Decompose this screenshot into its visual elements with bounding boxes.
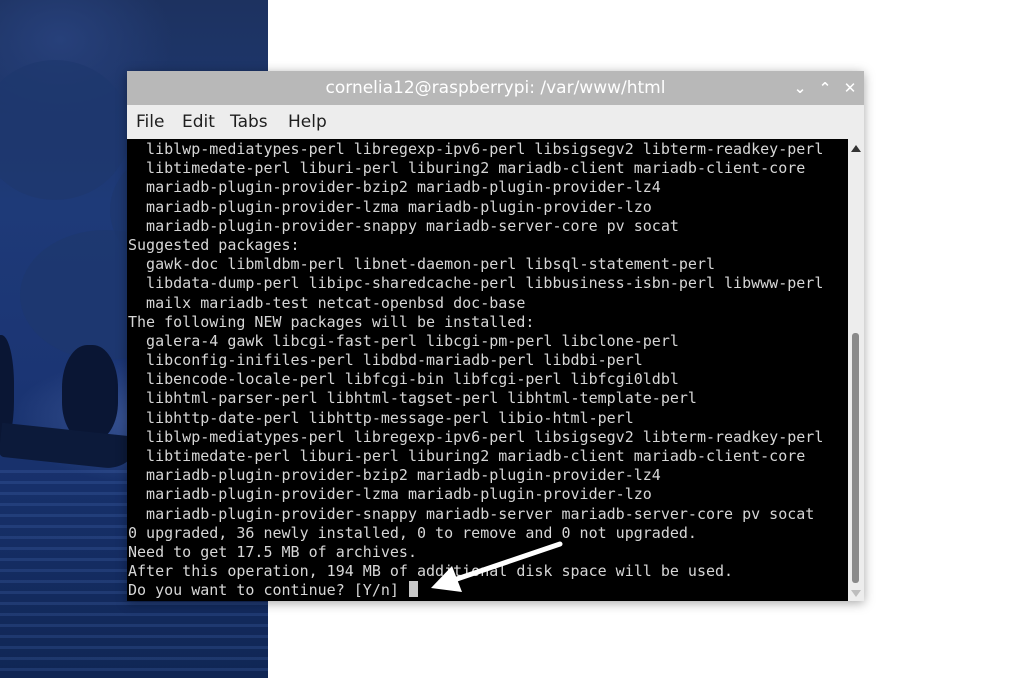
- terminal-line: gawk-doc libmldbm-perl libnet-daemon-per…: [128, 255, 715, 274]
- terminal-line: mariadb-plugin-provider-snappy mariadb-s…: [128, 504, 815, 523]
- terminal-line: mariadb-plugin-provider-snappy mariadb-s…: [128, 216, 679, 235]
- terminal-line: liblwp-mediatypes-perl libregexp-ipv6-pe…: [128, 427, 824, 446]
- terminal-line: The following NEW packages will be insta…: [128, 312, 535, 331]
- scrollbar-thumb[interactable]: [852, 333, 859, 583]
- menu-file[interactable]: File: [136, 105, 164, 139]
- terminal-line: libdata-dump-perl libipc-sharedcache-per…: [128, 274, 824, 293]
- scroll-down-arrow-icon[interactable]: [851, 590, 861, 597]
- menu-tabs[interactable]: Tabs: [230, 105, 268, 139]
- wallpaper-foliage: [0, 60, 130, 200]
- terminal-line: libtimedate-perl liburi-perl liburing2 m…: [128, 159, 806, 178]
- menu-help[interactable]: Help: [288, 105, 327, 139]
- terminal-line: mailx mariadb-test netcat-openbsd doc-ba…: [128, 293, 526, 312]
- terminal-line: Need to get 17.5 MB of archives.: [128, 542, 417, 561]
- terminal-line: libtimedate-perl liburi-perl liburing2 m…: [128, 447, 806, 465]
- close-icon[interactable]: ✕: [840, 78, 860, 98]
- terminal-line: libhtml-parser-perl libhtml-tagset-perl …: [128, 389, 697, 408]
- window-title: cornelia12@raspberrypi: /var/www/html: [325, 78, 666, 98]
- vertical-scrollbar[interactable]: [848, 139, 864, 601]
- terminal-line: mariadb-plugin-provider-lzma mariadb-plu…: [128, 485, 652, 504]
- terminal-line: libencode-locale-perl libfcgi-bin libfcg…: [128, 370, 679, 389]
- terminal-cursor: [408, 581, 418, 598]
- chevron-down-icon[interactable]: ⌄: [790, 78, 810, 98]
- terminal-line: libconfig-inifiles-perl libdbd-mariadb-p…: [128, 351, 643, 370]
- terminal-lines: liblwp-mediatypes-perl libregexp-ipv6-pe…: [128, 140, 823, 601]
- terminal-line: galera-4 gawk libcgi-fast-perl libcgi-pm…: [128, 331, 679, 350]
- scroll-up-arrow-icon[interactable]: [851, 145, 861, 152]
- terminal-line: liblwp-mediatypes-perl libregexp-ipv6-pe…: [128, 140, 824, 158]
- chevron-up-icon[interactable]: ⌃: [815, 78, 835, 98]
- terminal-line: libhttp-date-perl libhttp-message-perl l…: [128, 408, 634, 427]
- wallpaper-boat: [0, 422, 142, 472]
- terminal-line: Suggested packages:: [128, 235, 300, 254]
- terminal-prompt-line: Do you want to continue? [Y/n]: [128, 581, 823, 600]
- terminal-line: mariadb-plugin-provider-bzip2 mariadb-pl…: [128, 178, 661, 197]
- menu-edit[interactable]: Edit: [182, 105, 215, 139]
- terminal-line: 0 upgraded, 36 newly installed, 0 to rem…: [128, 523, 697, 542]
- terminal-window: cornelia12@raspberrypi: /var/www/html ⌄ …: [127, 71, 864, 601]
- terminal-line: mariadb-plugin-provider-lzma mariadb-plu…: [128, 197, 652, 216]
- terminal-line: mariadb-plugin-provider-bzip2 mariadb-pl…: [128, 466, 661, 485]
- terminal-output[interactable]: liblwp-mediatypes-perl libregexp-ipv6-pe…: [127, 139, 848, 601]
- terminal-line: After this operation, 194 MB of addition…: [128, 562, 734, 581]
- window-titlebar[interactable]: cornelia12@raspberrypi: /var/www/html ⌄ …: [127, 71, 864, 105]
- terminal-prompt: Do you want to continue? [Y/n]: [128, 581, 408, 600]
- wallpaper-cormorant: [62, 345, 118, 440]
- menu-bar: File Edit Tabs Help: [127, 105, 864, 140]
